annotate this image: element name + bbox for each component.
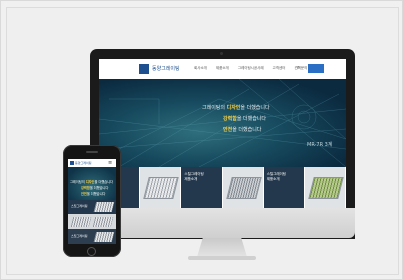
grating-image: [93, 232, 115, 242]
mobile-website: 동양그레이팅 ≡ 그레이팅의 디자인을 더했습니다 강력함을 더했습니다 안전을…: [68, 159, 116, 244]
grating-image: [225, 177, 262, 199]
grating-image: [70, 217, 92, 227]
iphone-device: 동양그레이팅 ≡ 그레이팅의 디자인을 더했습니다 강력함을 더했습니다 안전을…: [63, 145, 121, 257]
mobile-hero-line-1: 그레이팅의 디자인을 더했습니다: [70, 180, 114, 184]
nav-item-support[interactable]: 고객센터: [273, 66, 286, 71]
product-card[interactable]: 스틸그레이팅제품소개: [263, 167, 305, 208]
apple-logo-icon: [214, 214, 230, 230]
nav-cta-button[interactable]: [308, 64, 324, 73]
mobile-brand-name[interactable]: 동양그레이팅: [75, 161, 92, 165]
image-frame: 동양그레이팅 회사소개 제품소개 그레이팅시공사례 고객센터 견적문의 ⌕ 그레…: [0, 0, 403, 280]
mobile-product-label: 스틸그레이팅: [71, 234, 88, 238]
hero-banner: 그레이팅의 디자인을 더했습니다 강력함을 더했습니다 안전을 더했습니다 MR…: [99, 79, 346, 167]
imac-chin: [90, 208, 355, 238]
home-button[interactable]: [87, 247, 96, 256]
grating-image: [93, 202, 115, 212]
mobile-product-card[interactable]: 스틸그레이팅: [68, 200, 116, 214]
product-card[interactable]: 스틸그레이팅제품소개: [181, 167, 223, 208]
brand-logo-icon[interactable]: [139, 64, 149, 74]
mobile-product-label: 스틸그레이팅: [71, 204, 88, 208]
product-label: 스틸그레이팅제품소개: [266, 172, 287, 181]
nav-item-cases[interactable]: 그레이팅시공사례: [238, 66, 264, 71]
nav-item-products[interactable]: 제품소개: [216, 66, 229, 71]
product-label: 스틸그레이팅제품소개: [184, 172, 204, 181]
product-strip: 스틸그레이팅제품소개 스틸그레이팅제품소개 스틸그레이팅제품소개: [99, 167, 346, 208]
imac-stand: [197, 237, 247, 257]
mobile-product-card[interactable]: 스틸그레이팅: [68, 229, 116, 244]
camera-icon: [220, 52, 223, 55]
search-icon[interactable]: ⌕: [297, 65, 300, 71]
hero-line-1: 그레이팅의 디자인을 더했습니다: [202, 105, 270, 111]
mobile-product-card[interactable]: [68, 214, 116, 229]
mobile-hero-line-3: 안전을 더했습니다: [81, 192, 106, 196]
grating-image: [143, 177, 179, 199]
site-header: 동양그레이팅 회사소개 제품소개 그레이팅시공사례 고객센터 견적문의 ⌕: [99, 59, 346, 79]
blueprint-grid-graphic: [99, 79, 346, 167]
product-card[interactable]: [140, 167, 182, 208]
nav-item-company[interactable]: 회사소개: [194, 66, 207, 71]
speaker-grille: [86, 151, 98, 153]
blueprint-annotation: MR-7R 3계: [307, 142, 333, 148]
brand-name[interactable]: 동양그레이팅: [152, 65, 180, 72]
imac-stand-base: [188, 256, 256, 260]
mobile-hero: 그레이팅의 디자인을 더했습니다 강력함을 더했습니다 안전을 더했습니다: [68, 167, 116, 200]
product-card[interactable]: [304, 167, 346, 208]
product-card[interactable]: [222, 167, 264, 208]
grating-image: [308, 177, 344, 199]
grating-image: [92, 217, 114, 227]
hero-line-2: 강력함을 더했습니다: [223, 116, 267, 122]
mobile-header: 동양그레이팅 ≡: [68, 159, 116, 167]
brand-logo-icon[interactable]: [70, 161, 74, 165]
mobile-hero-line-2: 강력함을 더했습니다: [81, 186, 109, 190]
hero-line-3: 안전을 더했습니다: [223, 127, 262, 133]
hamburger-menu-icon[interactable]: ≡: [108, 160, 112, 166]
main-nav: 회사소개 제품소개 그레이팅시공사례 고객센터 견적문의: [194, 66, 307, 71]
desktop-website: 동양그레이팅 회사소개 제품소개 그레이팅시공사례 고객센터 견적문의 ⌕ 그레…: [99, 59, 346, 208]
